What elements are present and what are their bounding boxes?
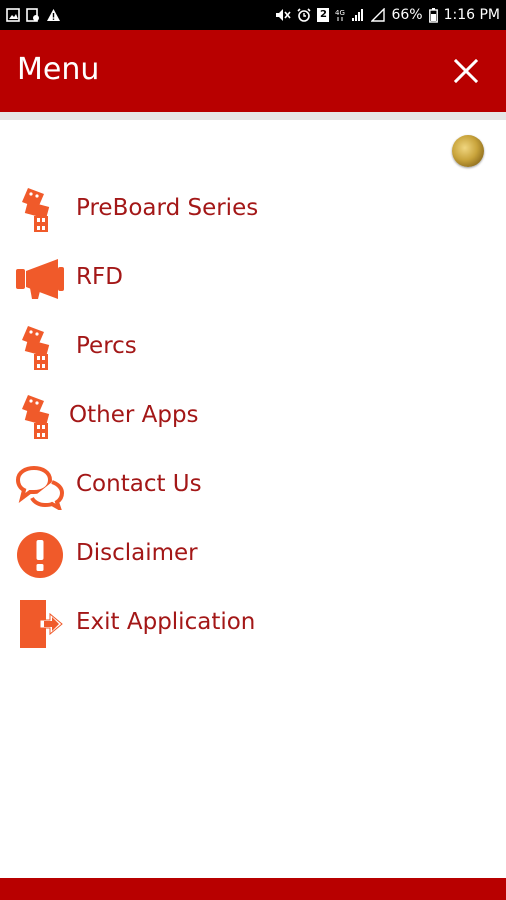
menu-item-exit-application[interactable]: Exit Application [0,594,506,654]
svg-text:4G: 4G [335,9,345,17]
battery-percent: 66% [391,7,423,23]
megaphone-icon [16,259,64,299]
menu-label-preboard-series: PreBoard Series [76,195,259,221]
gallery-icon [6,8,20,22]
menu-label-disclaimer: Disclaimer [76,540,198,566]
status-bar-left [6,8,61,22]
menu-item-disclaimer[interactable]: Disclaimer [0,525,506,585]
menu-header: Menu [0,30,506,112]
status-bar: 2 4G 66% 1:16 PM [0,0,506,30]
alarm-icon [297,8,312,22]
warning-icon [47,9,60,21]
coin-badge[interactable] [452,135,484,167]
menu-label-percs: Percs [76,333,137,359]
close-icon [454,59,478,83]
header-divider [0,112,506,120]
menu-label-rfd: RFD [76,264,123,290]
mute-icon [276,9,292,21]
close-button[interactable] [444,54,488,88]
page-title: Menu [17,52,100,87]
menu-label-contact-us: Contact Us [76,471,202,497]
sim-icon: 2 [317,8,330,22]
bottom-bar [0,878,506,900]
menu-item-percs[interactable]: Percs [0,318,506,378]
exit-door-icon [20,600,63,648]
menu-label-exit-application: Exit Application [76,609,256,635]
status-bar-right: 2 4G 66% 1:16 PM [275,7,500,23]
building-blocks-icon [22,395,50,439]
notification-icon [26,8,39,22]
menu-item-rfd[interactable]: RFD [0,249,506,309]
menu-item-other-apps[interactable]: Other Apps [0,387,506,447]
signal-empty-icon [371,8,386,22]
network-4g-icon: 4G [335,9,345,21]
building-blocks-icon [22,188,50,232]
exclamation-icon [17,532,63,578]
menu-item-contact-us[interactable]: Contact Us [0,456,506,516]
clock: 1:16 PM [443,7,500,23]
menu-label-other-apps: Other Apps [69,402,199,428]
chat-bubbles-icon [15,465,65,510]
menu-item-preboard-series[interactable]: PreBoard Series [0,180,506,240]
battery-icon [428,7,438,23]
building-blocks-icon [22,326,50,370]
signal-icon [352,9,364,21]
